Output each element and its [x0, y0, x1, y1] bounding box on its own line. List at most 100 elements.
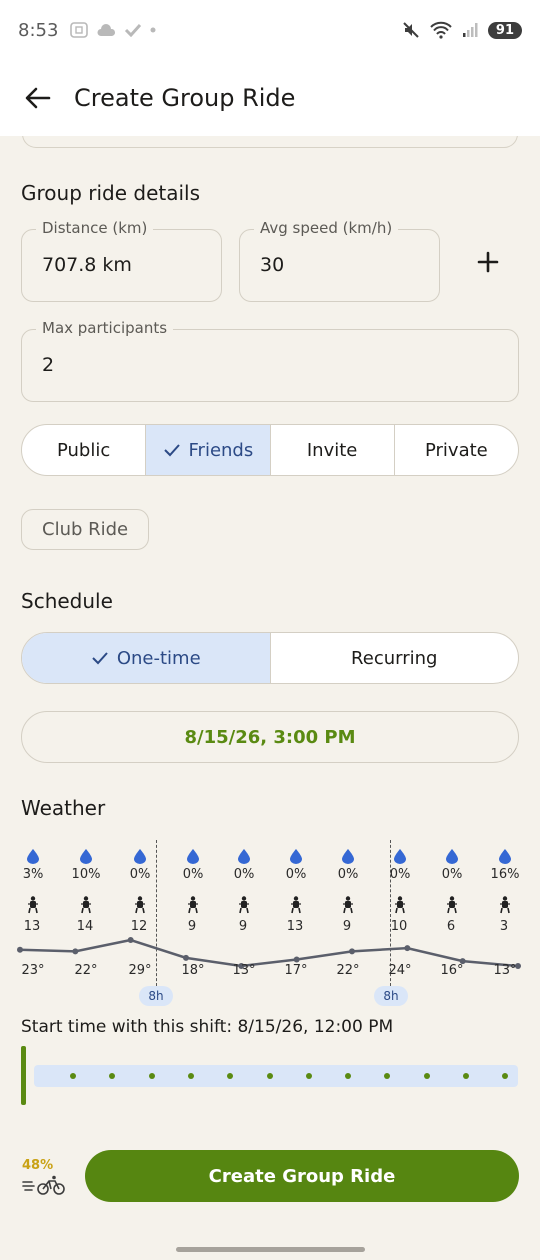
visibility-selector: Public Friends Invite Private — [21, 424, 519, 476]
max-participants-label: Max participants — [36, 319, 174, 337]
raindrop-icon — [290, 849, 302, 864]
temperature-value: 13° — [493, 963, 517, 978]
timeline-dot — [463, 1073, 469, 1079]
timeline-dot — [148, 1073, 155, 1079]
check-icon — [125, 23, 142, 37]
status-time: 8:53 — [18, 19, 59, 41]
dot-icon — [150, 27, 156, 33]
timeline-dot — [187, 1073, 194, 1079]
shift-badge-start[interactable]: 8h — [139, 986, 173, 1006]
cloud-icon — [97, 24, 116, 36]
temperature-point — [127, 937, 134, 943]
mute-icon — [403, 22, 419, 38]
back-button[interactable] — [22, 82, 54, 114]
timeline-dot — [266, 1073, 273, 1079]
cyclist-icon — [343, 896, 353, 914]
weather-strip[interactable]: 8h 8h 3% 13 23° 10% 14 22° 0% 12 29° 0% 9 18° 0% 9 13°… — [0, 840, 540, 1010]
wind-speed: 12 — [130, 919, 148, 934]
timeline-dot — [227, 1073, 234, 1079]
distance-value: 707.8 km — [42, 254, 132, 276]
temperature-point — [17, 946, 23, 953]
raindrop-icon — [238, 849, 250, 864]
timeline-handle[interactable] — [21, 1046, 26, 1105]
precip-chance: 0% — [337, 867, 359, 882]
cyclist-icon — [188, 896, 198, 914]
wind-speed: 6 — [446, 919, 456, 934]
raindrop-icon — [499, 849, 511, 864]
home-indicator[interactable] — [176, 1247, 365, 1252]
temperature-value: 17° — [284, 963, 308, 978]
wind-speed: 3 — [499, 919, 509, 934]
distance-field[interactable]: Distance (km) 707.8 km — [21, 219, 222, 302]
cyclist-icon — [395, 896, 405, 914]
wind-speed: 9 — [342, 919, 352, 934]
cyclist-icon — [135, 896, 145, 914]
visibility-option-friends[interactable]: Friends — [146, 425, 271, 475]
timeline-dot — [502, 1073, 509, 1079]
shift-timeline-slider[interactable] — [34, 1065, 518, 1087]
temperature-point — [404, 945, 411, 952]
avg-speed-label: Avg speed (km/h) — [254, 219, 399, 237]
effort-percent: 48% — [22, 1158, 54, 1173]
temperature-value: 18° — [181, 963, 205, 978]
temperature-point — [293, 956, 300, 963]
add-field-button[interactable] — [470, 244, 506, 280]
temperature-value: 22° — [74, 963, 98, 978]
cyclist-icon — [239, 896, 249, 914]
raindrop-icon — [80, 849, 92, 864]
schedule-option-one-time[interactable]: One-time — [22, 633, 271, 683]
status-bar: 8:53 91 — [0, 0, 540, 60]
shift-badge-end[interactable]: 8h — [374, 986, 408, 1006]
precip-chance: 0% — [182, 867, 204, 882]
arrow-left-icon — [25, 87, 51, 109]
create-group-ride-button[interactable]: Create Group Ride — [85, 1150, 519, 1202]
temperature-value: 22° — [336, 963, 360, 978]
precip-chance: 0% — [285, 867, 307, 882]
temperature-point — [349, 948, 355, 955]
precip-chance: 0% — [233, 867, 255, 882]
effort-indicator: 48% — [22, 1158, 72, 1199]
raindrop-icon — [27, 849, 39, 864]
max-participants-field[interactable]: Max participants 2 — [21, 319, 519, 402]
temperature-value: 13° — [232, 963, 256, 978]
wifi-icon — [430, 21, 452, 39]
precip-chance: 0% — [441, 867, 463, 882]
temperature-value: 23° — [21, 963, 45, 978]
page-title: Create Group Ride — [74, 84, 296, 112]
wind-speed: 10 — [390, 919, 408, 934]
wind-speed: 14 — [76, 919, 94, 934]
precip-chance: 10% — [71, 867, 101, 882]
precip-chance: 3% — [22, 867, 44, 882]
precip-chance: 16% — [490, 867, 520, 882]
wind-speed: 9 — [187, 919, 197, 934]
distance-label: Distance (km) — [36, 219, 154, 237]
precip-chance: 0% — [389, 867, 411, 882]
precip-chance: 0% — [129, 867, 151, 882]
club-ride-chip[interactable]: Club Ride — [21, 509, 150, 550]
signal-icon — [462, 23, 478, 37]
schedule-option-recurring[interactable]: Recurring — [271, 633, 519, 683]
wind-speed: 13 — [286, 919, 304, 934]
screenshot-icon — [70, 22, 89, 38]
cyclist-icon — [291, 896, 301, 914]
temperature-value: 24° — [388, 963, 412, 978]
visibility-option-invite[interactable]: Invite — [271, 425, 395, 475]
visibility-option-public[interactable]: Public — [22, 425, 147, 475]
raindrop-icon — [446, 849, 458, 864]
raindrop-icon — [394, 849, 406, 864]
avg-speed-field[interactable]: Avg speed (km/h) 30 — [239, 219, 440, 302]
timeline-dot — [70, 1073, 76, 1079]
cyclist-icon — [81, 896, 91, 914]
top-app-bar: Create Group Ride — [0, 60, 540, 136]
wind-speed: 9 — [238, 919, 248, 934]
visibility-option-private[interactable]: Private — [395, 425, 518, 475]
temperature-value: 16° — [440, 963, 464, 978]
cyclist-icon — [447, 896, 457, 914]
timeline-dot — [384, 1073, 391, 1079]
timeline-dot — [109, 1073, 116, 1079]
group-ride-details-title: Group ride details — [21, 181, 201, 205]
wind-speed: 13 — [23, 919, 41, 934]
datetime-button[interactable]: 8/15/26, 3:00 PM — [21, 711, 519, 763]
raindrop-icon — [342, 849, 354, 864]
temperature-point — [72, 948, 79, 955]
